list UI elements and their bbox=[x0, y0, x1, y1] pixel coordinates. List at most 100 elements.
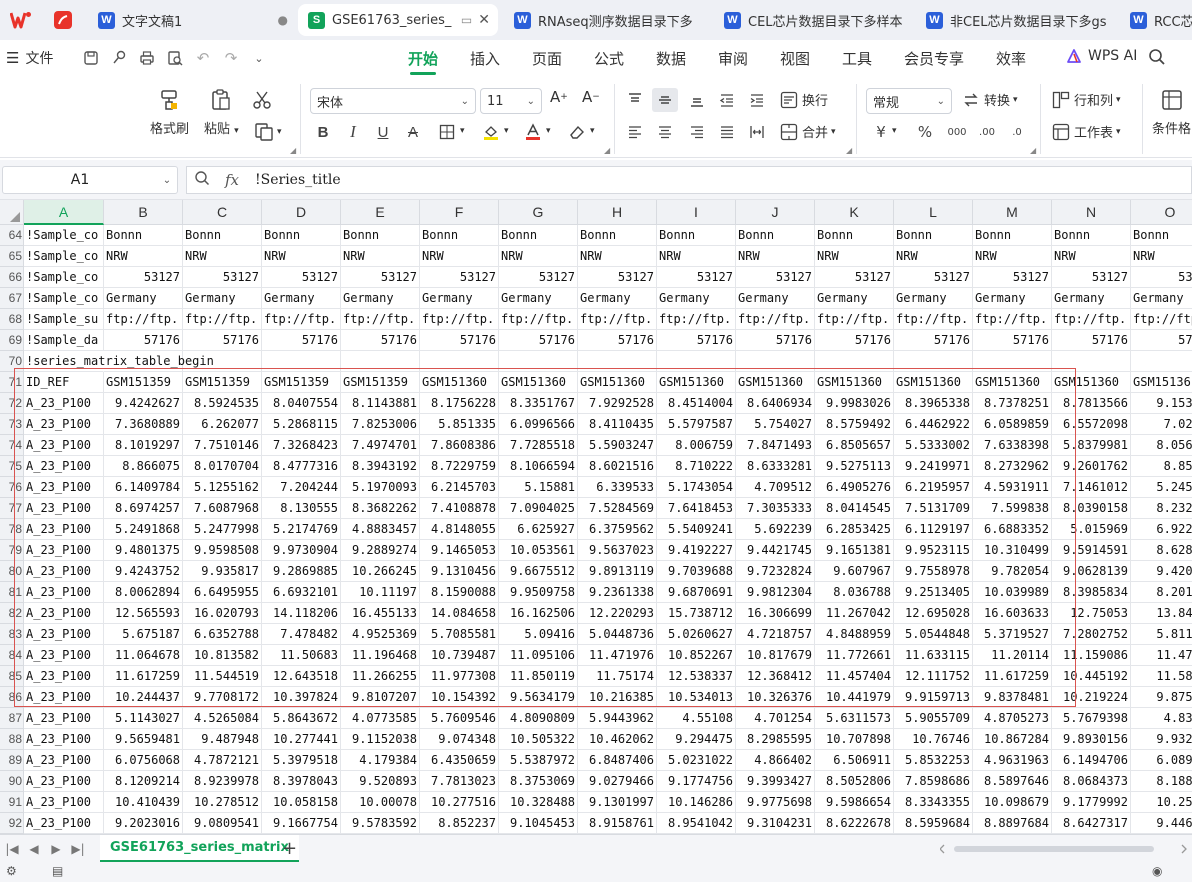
cell[interactable]: A_23_P100 bbox=[24, 435, 104, 456]
cell[interactable]: !Sample_co bbox=[24, 246, 104, 267]
cell[interactable]: 10.146286 bbox=[657, 792, 736, 813]
increase-indent-icon[interactable] bbox=[744, 88, 770, 112]
cell[interactable]: 8.4777316 bbox=[262, 456, 341, 477]
column-header-d[interactable]: D bbox=[262, 200, 341, 225]
cell[interactable]: 53127 bbox=[499, 267, 578, 288]
cell[interactable]: 9.4801375 bbox=[104, 540, 183, 561]
align-center-icon[interactable] bbox=[652, 120, 678, 144]
cell[interactable]: Germany bbox=[104, 288, 183, 309]
strikethrough-icon[interactable]: A bbox=[400, 120, 426, 144]
cell[interactable]: 11.772661 bbox=[815, 645, 894, 666]
ribbon-tab[interactable]: 数据 bbox=[656, 48, 686, 69]
borders-icon[interactable] bbox=[434, 120, 460, 144]
cell[interactable]: 4.8705273 bbox=[973, 708, 1052, 729]
cell[interactable]: ftp://ftp. bbox=[420, 309, 499, 330]
cell[interactable]: 10.277441 bbox=[262, 729, 341, 750]
column-header-a[interactable]: A bbox=[24, 200, 104, 225]
next-sheet-icon[interactable]: ▶ bbox=[46, 839, 66, 859]
cell[interactable]: 11.4740 bbox=[1131, 645, 1192, 666]
cell[interactable]: ftp://ftp. bbox=[1052, 309, 1131, 330]
cell[interactable]: 8.0684373 bbox=[1052, 771, 1131, 792]
cell[interactable]: 5.5333002 bbox=[894, 435, 973, 456]
column-header-n[interactable]: N bbox=[1052, 200, 1131, 225]
cell[interactable]: 11.850119 bbox=[499, 666, 578, 687]
cell[interactable]: 16.603633 bbox=[973, 603, 1052, 624]
cell[interactable]: 10.244437 bbox=[104, 687, 183, 708]
decrease-decimal-icon[interactable]: .0 bbox=[1004, 120, 1030, 144]
cell[interactable]: 9.8913119 bbox=[578, 561, 657, 582]
cell[interactable]: 5.1255162 bbox=[183, 477, 262, 498]
row-header[interactable]: 70 bbox=[0, 351, 24, 372]
cell[interactable]: 8.6222678 bbox=[815, 813, 894, 834]
cell[interactable]: 11.5825 bbox=[1131, 666, 1192, 687]
cell[interactable]: 8.0414545 bbox=[815, 498, 894, 519]
column-header-m[interactable]: M bbox=[973, 200, 1052, 225]
cell[interactable]: 5312 bbox=[1131, 267, 1192, 288]
cell[interactable]: 8.1066594 bbox=[499, 456, 578, 477]
cell[interactable]: ftp://ftp. bbox=[657, 309, 736, 330]
cell[interactable]: A_23_P100 bbox=[24, 498, 104, 519]
cell[interactable]: 9.15307 bbox=[1131, 393, 1192, 414]
cell[interactable]: 53127 bbox=[815, 267, 894, 288]
cell[interactable] bbox=[499, 351, 578, 372]
cell[interactable]: Germany bbox=[1052, 288, 1131, 309]
cell[interactable]: 57176 bbox=[736, 330, 815, 351]
cell[interactable]: 11.977308 bbox=[420, 666, 499, 687]
cell[interactable]: NRW bbox=[973, 246, 1052, 267]
column-header-g[interactable]: G bbox=[499, 200, 578, 225]
cell[interactable]: 4.709512 bbox=[736, 477, 815, 498]
cell[interactable]: 5.9055709 bbox=[894, 708, 973, 729]
row-header[interactable]: 78 bbox=[0, 519, 24, 540]
font-color-icon[interactable] bbox=[520, 120, 546, 144]
row-header[interactable]: 92 bbox=[0, 813, 24, 834]
cell[interactable]: 10.2558 bbox=[1131, 792, 1192, 813]
column-header-i[interactable]: I bbox=[657, 200, 736, 225]
cell[interactable]: 8.3343355 bbox=[894, 792, 973, 813]
cell[interactable]: 57176 bbox=[499, 330, 578, 351]
cell[interactable]: 5.2868115 bbox=[262, 414, 341, 435]
cell[interactable]: Bonnn bbox=[420, 225, 499, 246]
cell[interactable]: 10.053561 bbox=[499, 540, 578, 561]
cell[interactable]: Bonnn bbox=[657, 225, 736, 246]
cell[interactable]: 9.5637023 bbox=[578, 540, 657, 561]
cell[interactable]: 4.8488959 bbox=[815, 624, 894, 645]
paste-button[interactable]: 粘贴 ▾ bbox=[204, 86, 239, 137]
row-header[interactable]: 82 bbox=[0, 603, 24, 624]
cell[interactable]: Germany bbox=[736, 288, 815, 309]
cell[interactable]: 8.130555 bbox=[262, 498, 341, 519]
column-header-k[interactable]: K bbox=[815, 200, 894, 225]
cell[interactable]: NRW bbox=[815, 246, 894, 267]
row-header[interactable]: 64 bbox=[0, 225, 24, 246]
cell[interactable]: Bonnn bbox=[499, 225, 578, 246]
cell[interactable]: 9.294475 bbox=[657, 729, 736, 750]
cell[interactable]: 7.6087968 bbox=[183, 498, 262, 519]
cell[interactable]: 9.487948 bbox=[183, 729, 262, 750]
share-icon[interactable] bbox=[108, 48, 130, 68]
cell[interactable]: 9.2869885 bbox=[262, 561, 341, 582]
cell[interactable]: 9.935817 bbox=[183, 561, 262, 582]
cell[interactable]: 9.5986654 bbox=[815, 792, 894, 813]
wrap-text-button[interactable]: 换行 bbox=[780, 90, 828, 109]
cell[interactable]: 9.4421745 bbox=[736, 540, 815, 561]
cell[interactable]: 5.0260627 bbox=[657, 624, 736, 645]
cell[interactable]: 9.0628139 bbox=[1052, 561, 1131, 582]
cell[interactable]: 10.76746 bbox=[894, 729, 973, 750]
formula-input[interactable]: fx !Series_title bbox=[186, 166, 1192, 194]
customize-chevron-down-icon[interactable]: ⌄ bbox=[248, 48, 270, 68]
cell[interactable]: 9.4192227 bbox=[657, 540, 736, 561]
bold-icon[interactable]: B bbox=[310, 120, 336, 144]
cell[interactable]: 9.7708172 bbox=[183, 687, 262, 708]
cell[interactable]: 7.5131709 bbox=[894, 498, 973, 519]
row-header[interactable]: 65 bbox=[0, 246, 24, 267]
cell[interactable]: NRW bbox=[104, 246, 183, 267]
cell[interactable]: 6.4905276 bbox=[815, 477, 894, 498]
cell[interactable]: 7.8608386 bbox=[420, 435, 499, 456]
cell[interactable]: 10.445192 bbox=[1052, 666, 1131, 687]
cell[interactable]: 8.8897684 bbox=[973, 813, 1052, 834]
cell[interactable]: GSM151359 bbox=[183, 372, 262, 393]
expand-corner-icon[interactable]: ◢ bbox=[846, 146, 852, 155]
cell[interactable]: 8.05654 bbox=[1131, 435, 1192, 456]
cell[interactable]: GSM151360 bbox=[657, 372, 736, 393]
cell[interactable]: 9.1779992 bbox=[1052, 792, 1131, 813]
app-tab[interactable]: W 非CEL芯片数据目录下多gs bbox=[916, 4, 1112, 36]
